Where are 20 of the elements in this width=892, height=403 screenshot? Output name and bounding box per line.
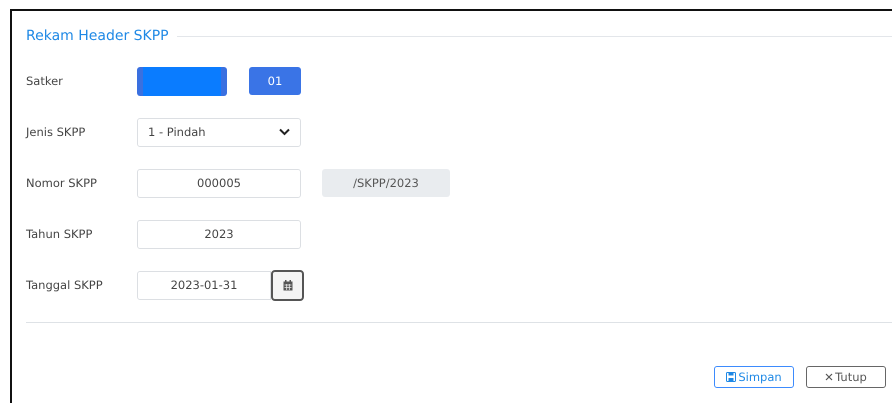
code-button[interactable]: 01: [249, 67, 301, 95]
suffix-field: /SKPP/2023: [322, 169, 450, 197]
select-field[interactable]: 1 - Pindah: [137, 118, 301, 146]
calendar-button[interactable]: [271, 270, 304, 300]
chevron-down-icon: [279, 128, 290, 136]
close-button[interactable]: Tutup: [806, 366, 886, 388]
calendar-icon: [282, 280, 292, 290]
close-icon: [825, 373, 834, 381]
field-label: Tanggal SKPP: [26, 278, 104, 292]
input-field[interactable]: 2023: [137, 220, 301, 248]
input-field[interactable]: 000005: [137, 168, 301, 198]
field-label: Tahun SKPP: [26, 227, 94, 241]
save-icon: [726, 372, 736, 382]
date-field[interactable]: 2023-01-31: [137, 270, 271, 300]
field-label: Nomor SKPP: [26, 176, 98, 190]
field-label: Jenis SKPP: [26, 125, 86, 139]
save-button[interactable]: Simpan: [714, 366, 794, 388]
form-title: Rekam Header SKPP: [26, 28, 169, 44]
field-label: Satker: [26, 74, 64, 88]
satker-field[interactable]: [137, 66, 227, 96]
